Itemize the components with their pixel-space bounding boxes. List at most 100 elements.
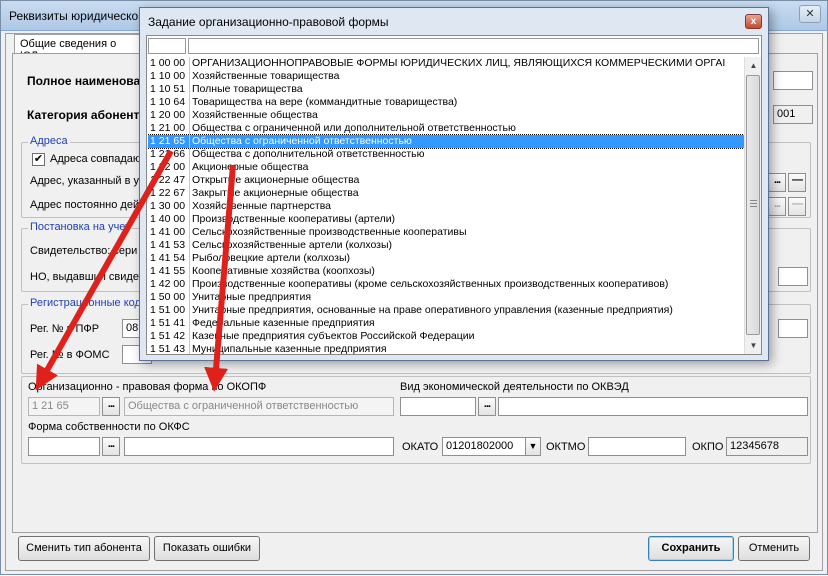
save-button[interactable]: Сохранить xyxy=(648,536,734,561)
list-item-name: Закрытые акционерные общества xyxy=(189,187,359,200)
okved-code-input[interactable] xyxy=(400,397,476,416)
change-type-button[interactable]: Сменить тип абонента xyxy=(18,536,150,561)
list-item-code: 1 21 00 xyxy=(150,122,186,134)
list-item-name: Унитарные предприятия xyxy=(189,291,311,304)
list-item-name: Общества с дополнительной ответственност… xyxy=(189,148,425,161)
okopf-list: 1 00 00 ОРГАНИЗАЦИОННОПРАВОВЫЕ ФОРМЫ ЮРИД… xyxy=(148,57,744,354)
okopf-code-input[interactable]: 1 21 65 xyxy=(28,397,100,416)
list-item-name: Рыболовецкие артели (колхозы) xyxy=(189,252,350,265)
okved-select-button[interactable]: ... xyxy=(478,397,496,416)
list-item-name: Открытые акционерные общества xyxy=(189,174,359,187)
okopf-label: Организационно - правовая форма по ОКОПФ xyxy=(28,381,267,393)
code-filter-input[interactable] xyxy=(148,38,186,54)
scroll-up-icon[interactable]: ▲ xyxy=(745,57,762,74)
list-item-code: 1 21 66 xyxy=(150,148,186,160)
okfs-select-button[interactable]: ... xyxy=(102,437,120,456)
list-item[interactable]: 1 50 00 Унитарные предприятия xyxy=(148,291,744,304)
okved-name-input[interactable] xyxy=(498,397,808,416)
dialog-close-icon[interactable]: x xyxy=(745,14,762,29)
list-item[interactable]: 1 40 00 Производственные кооперативы (арт… xyxy=(148,213,744,226)
reg-pfr-extra-input[interactable] xyxy=(778,319,808,338)
list-item[interactable]: 1 20 00 Хозяйственные общества xyxy=(148,109,744,122)
address-indicated-clear-button[interactable]: — xyxy=(788,173,806,192)
window-close-icon[interactable]: ✕ xyxy=(799,5,821,23)
list-item[interactable]: 1 22 00 Акционерные общества xyxy=(148,161,744,174)
okato-value: 01201802000 xyxy=(446,440,514,452)
list-item[interactable]: 1 21 00 Общества с ограниченной или допол… xyxy=(148,122,744,135)
cancel-button[interactable]: Отменить xyxy=(738,536,810,561)
list-item[interactable]: 1 41 54 Рыболовецкие артели (колхозы) xyxy=(148,252,744,265)
list-item[interactable]: 1 21 66 Общества с дополнительной ответст… xyxy=(148,148,744,161)
list-item-name: Полные товарищества xyxy=(189,83,303,96)
full-name-input[interactable] xyxy=(773,71,813,90)
dialog-title: Задание организационно-правовой формы xyxy=(148,15,389,29)
list-item[interactable]: 1 51 00 Унитарные предприятия, основанные… xyxy=(148,304,744,317)
list-item-name: Казенные предприятия субъектов Российско… xyxy=(189,330,475,343)
list-item[interactable]: 1 30 00 Хозяйственные партнерства xyxy=(148,200,744,213)
list-item-name: ОРГАНИЗАЦИОННОПРАВОВЫЕ ФОРМЫ ЮРИДИЧЕСКИХ… xyxy=(189,57,725,70)
address-permanent-clear-button[interactable]: — xyxy=(788,197,806,216)
show-errors-button[interactable]: Показать ошибки xyxy=(154,536,260,561)
list-item[interactable]: 1 22 67 Закрытые акционерные общества xyxy=(148,187,744,200)
scroll-down-icon[interactable]: ▼ xyxy=(745,337,762,354)
oktmo-label: ОКТМО xyxy=(546,441,586,453)
list-item[interactable]: 1 00 00 ОРГАНИЗАЦИОННОПРАВОВЫЕ ФОРМЫ ЮРИД… xyxy=(148,57,744,70)
list-item-code: 1 21 65 xyxy=(150,135,186,147)
tax-office-input[interactable] xyxy=(778,267,808,286)
classifiers-group: Организационно - правовая форма по ОКОПФ… xyxy=(21,376,811,464)
reg-foms-label: Рег. № в ФОМС xyxy=(30,349,110,361)
okato-input[interactable]: 01201802000 xyxy=(442,437,526,456)
address-same-checkbox[interactable]: ✔ xyxy=(32,153,45,166)
address-group-title: Адреса xyxy=(28,135,70,147)
list-item-name: Хозяйственные партнерства xyxy=(189,200,331,213)
list-item[interactable]: 1 41 53 Сельскохозяйственные артели (колх… xyxy=(148,239,744,252)
list-item-code: 1 51 42 xyxy=(150,330,186,342)
list-item[interactable]: 1 41 00 Сельскохозяйственные производстве… xyxy=(148,226,744,239)
list-item-code: 1 22 00 xyxy=(150,161,186,173)
list-item[interactable]: 1 21 65 Общества с ограниченной ответстве… xyxy=(148,134,744,149)
tab-general-info[interactable]: Общие сведения о ЮЛ xyxy=(14,34,140,62)
list-item[interactable]: 1 51 43 Муниципальные казенные предприяти… xyxy=(148,343,744,354)
scroll-thumb[interactable] xyxy=(746,75,760,335)
list-item-name: Кооперативные хозяйства (коопхозы) xyxy=(189,265,375,278)
okpo-input[interactable]: 12345678 xyxy=(726,437,808,456)
list-item-code: 1 00 00 xyxy=(150,57,186,69)
list-item-code: 1 51 43 xyxy=(150,343,186,354)
list-item-name: Общества с ограниченной или дополнительн… xyxy=(189,122,516,135)
list-item[interactable]: 1 41 55 Кооперативные хозяйства (коопхозы… xyxy=(148,265,744,278)
list-item[interactable]: 1 22 47 Открытые акционерные общества xyxy=(148,174,744,187)
okpo-label: ОКПО xyxy=(692,441,724,453)
list-item-code: 1 42 00 xyxy=(150,278,186,290)
list-item-name: Акционерные общества xyxy=(189,161,308,174)
list-item-code: 1 51 41 xyxy=(150,317,186,329)
list-item[interactable]: 1 51 42 Казенные предприятия субъектов Ро… xyxy=(148,330,744,343)
list-item[interactable]: 1 42 00 Производственные кооперативы (кро… xyxy=(148,278,744,291)
registration-group-title: Постановка на учет xyxy=(28,221,133,233)
list-item-code: 1 41 54 xyxy=(150,252,186,264)
list-scrollbar[interactable]: ▲ ▼ xyxy=(744,57,761,354)
list-item-name: Унитарные предприятия, основанные на пра… xyxy=(189,304,673,317)
list-item[interactable]: 1 51 41 Федеральные казенные предприятия xyxy=(148,317,744,330)
list-item-code: 1 10 00 xyxy=(150,70,186,82)
list-item[interactable]: 1 10 64 Товарищества на вере (коммандитны… xyxy=(148,96,744,109)
okfs-name-input[interactable] xyxy=(124,437,394,456)
window-title: Реквизиты юридическо xyxy=(9,9,139,23)
list-item-name: Хозяйственные товарищества xyxy=(189,70,340,83)
list-item[interactable]: 1 10 51 Полные товарищества xyxy=(148,83,744,96)
category-input[interactable]: 001 xyxy=(773,105,813,124)
address-indicated-dots-button[interactable]: ... xyxy=(768,173,786,192)
okopf-name-input[interactable]: Общества с ограниченной ответственностью xyxy=(124,397,394,416)
list-item-code: 1 10 64 xyxy=(150,96,186,108)
oktmo-input[interactable] xyxy=(588,437,686,456)
okfs-code-input[interactable] xyxy=(28,437,100,456)
list-item[interactable]: 1 10 00 Хозяйственные товарищества xyxy=(148,70,744,83)
list-item-name: Общества с ограниченной ответственностью xyxy=(189,135,412,148)
name-filter-input[interactable] xyxy=(188,38,759,54)
okato-dropdown-icon[interactable]: ▼ xyxy=(525,437,541,456)
reg-pfr-value: 08 xyxy=(126,322,139,334)
okopf-select-button[interactable]: ... xyxy=(102,397,120,416)
address-permanent-dots-button[interactable]: ... xyxy=(768,197,786,216)
list-item-name: Сельскохозяйственные артели (колхозы) xyxy=(189,239,392,252)
certificate-label: Свидетельство: сери xyxy=(30,245,138,257)
list-item-code: 1 51 00 xyxy=(150,304,186,316)
